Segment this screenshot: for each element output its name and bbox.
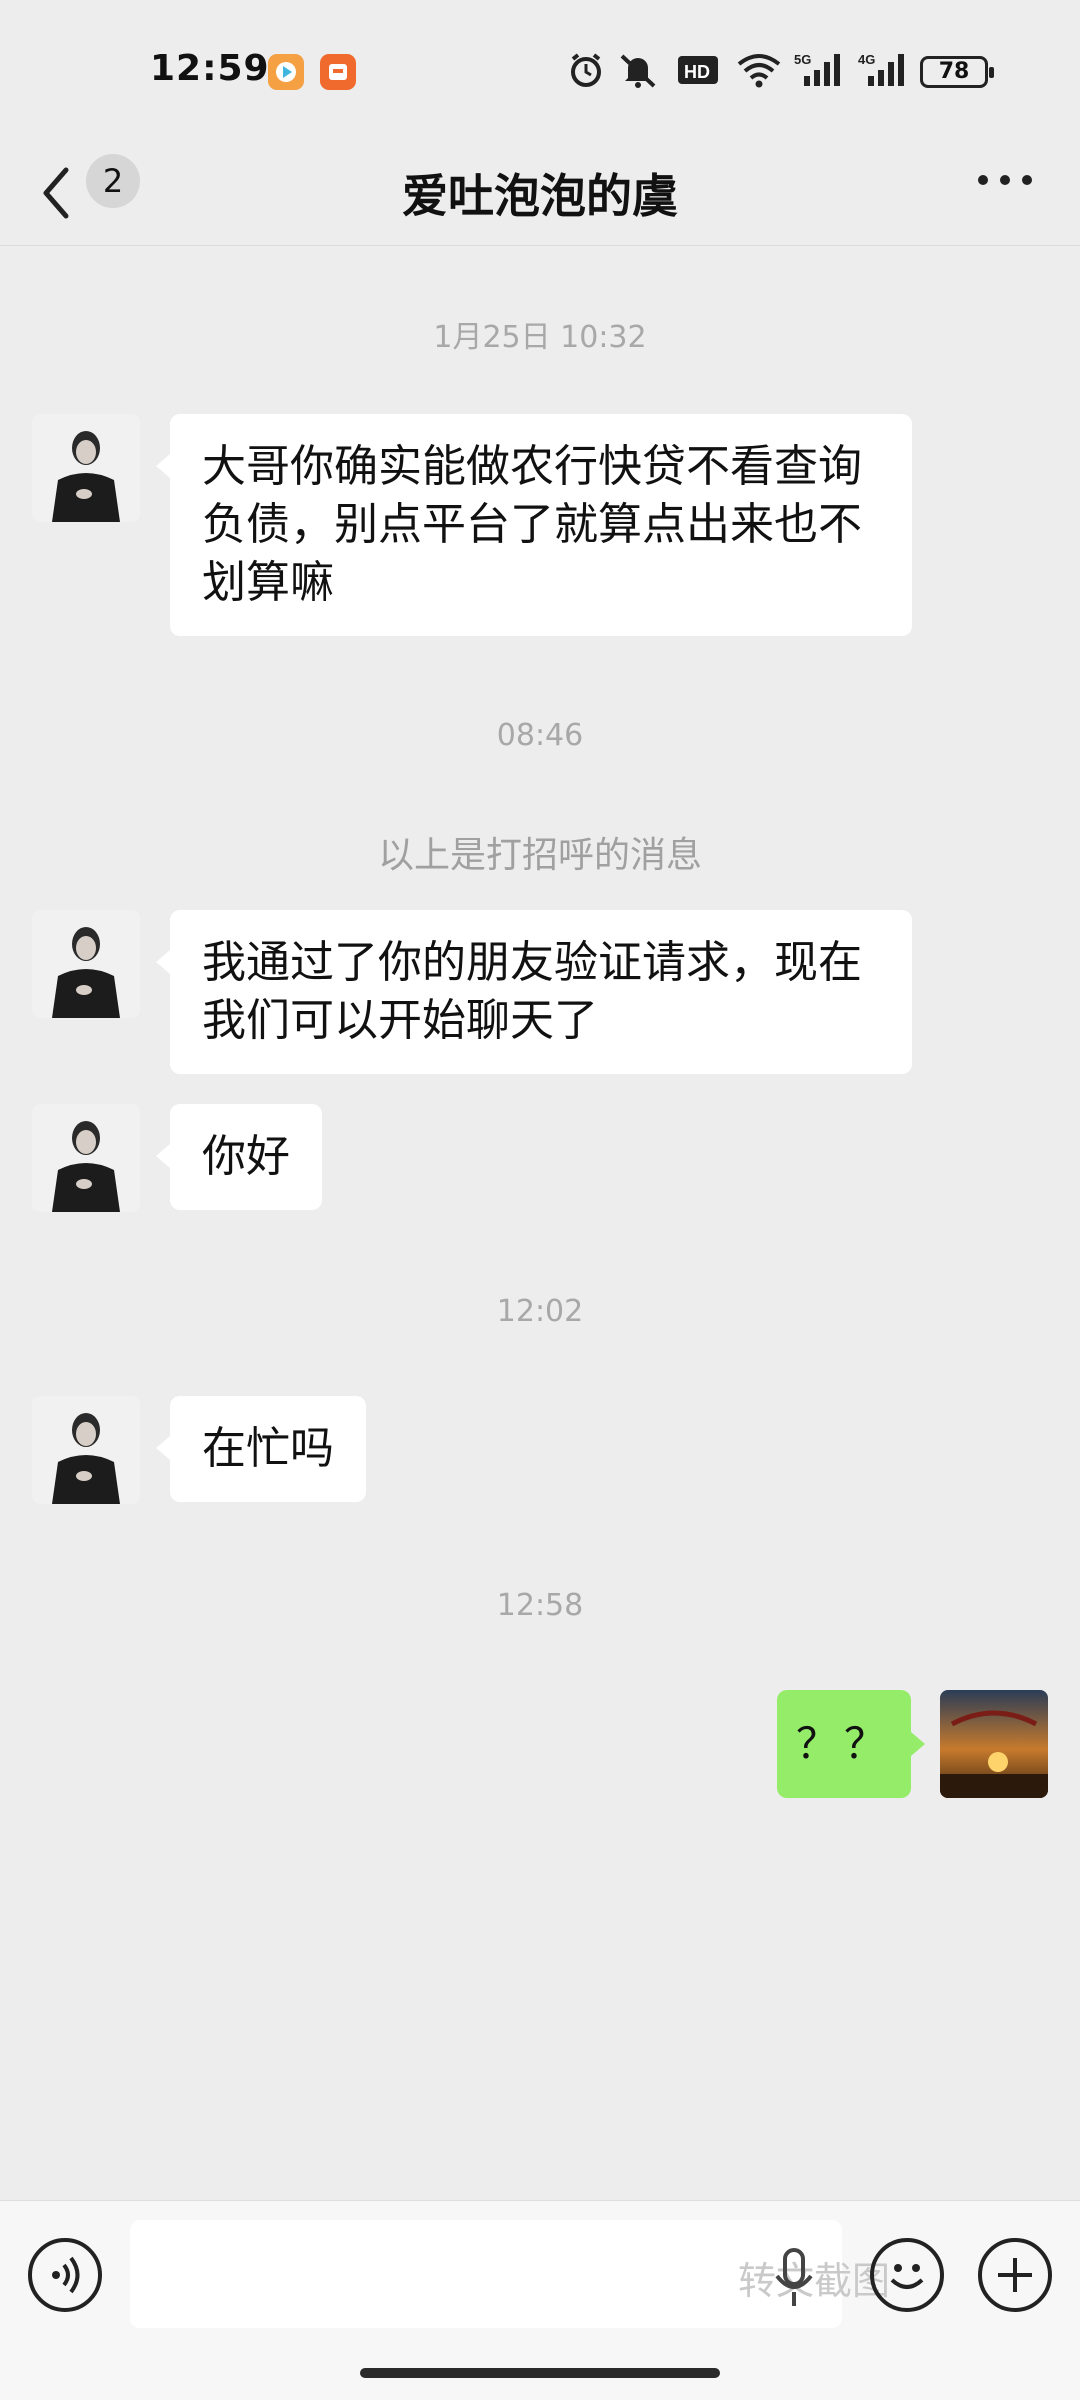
message-input[interactable] (130, 2220, 842, 2328)
message-line: 我通过了你的朋友验证请求，现在 (202, 937, 862, 988)
contact-avatar[interactable] (32, 910, 140, 1018)
more-options-icon[interactable] (970, 160, 1040, 200)
message-bubble[interactable]: 在忙吗 (156, 1396, 366, 1502)
greeting-hint: 以上是打招呼的消息 (377, 835, 702, 876)
contact-avatar[interactable] (32, 1104, 140, 1212)
message-line: 我们可以开始聊天了 (202, 995, 598, 1046)
message-bubble[interactable]: 大哥你确实能做农行快贷不看查询 负债，别点平台了就算点出来也不 划算嘛 (156, 414, 912, 636)
status-time: 12:59 (150, 48, 270, 89)
status-bar: 12:59 HD 5G 4G 78 (0, 0, 1080, 140)
my-message-bubble[interactable]: ？？ (777, 1690, 925, 1798)
timestamp: 12:02 (496, 1294, 584, 1329)
svg-text:5G: 5G (794, 52, 811, 67)
chat-title: 爱吐泡泡的虞 (402, 169, 678, 223)
svg-text:4G: 4G (858, 52, 875, 67)
message-line: 负债，别点平台了就算点出来也不 (202, 499, 862, 550)
my-avatar[interactable] (940, 1690, 1048, 1798)
microphone-icon[interactable] (772, 2246, 816, 2312)
plus-icon (998, 2258, 1032, 2292)
svg-text:HD: HD (684, 62, 710, 82)
battery-icon: 78 (920, 56, 994, 88)
smiley-icon (890, 2264, 924, 2289)
timestamp: 08:46 (496, 718, 584, 753)
message-line: 你好 (202, 1131, 290, 1182)
message-line: 大哥你确实能做农行快贷不看查询 (202, 441, 862, 492)
timestamp: 1月25日 10:32 (433, 320, 647, 355)
message-line: 划算嘛 (202, 557, 334, 608)
timestamp: 12:58 (496, 1588, 584, 1623)
battery-level: 78 (938, 59, 970, 84)
message-line: 在忙吗 (202, 1423, 334, 1474)
mute-icon (620, 54, 656, 88)
voice-icon (52, 2256, 80, 2294)
more-functions-button[interactable] (978, 2238, 1052, 2312)
4g-signal-icon: 4G (858, 52, 904, 86)
message-bubble[interactable]: 我通过了你的朋友验证请求，现在 我们可以开始聊天了 (156, 910, 912, 1074)
message-bubble[interactable]: 你好 (156, 1104, 322, 1210)
video-app-icon (268, 54, 304, 90)
orange-app-icon (320, 54, 356, 90)
hd-icon: HD (678, 56, 718, 84)
voice-input-button[interactable] (28, 2238, 102, 2312)
message-line: ？？ (795, 1719, 892, 1768)
5g-signal-icon: 5G (794, 52, 840, 86)
contact-avatar[interactable] (32, 1396, 140, 1504)
alarm-icon (571, 53, 601, 87)
emoji-button[interactable] (870, 2238, 944, 2312)
wifi-icon (737, 54, 781, 88)
home-indicator[interactable] (360, 2368, 720, 2378)
contact-avatar[interactable] (32, 414, 140, 522)
